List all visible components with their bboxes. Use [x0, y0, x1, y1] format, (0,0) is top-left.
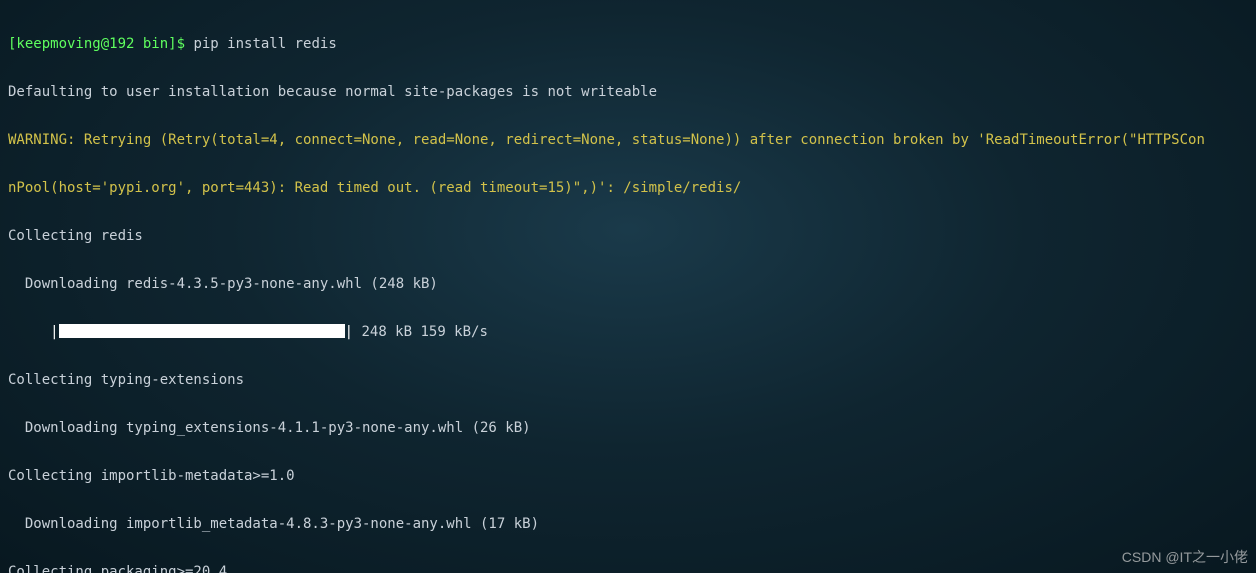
line-download-typing: Downloading typing_extensions-4.1.1-py3-… — [8, 416, 1248, 440]
line-download-redis: Downloading redis-4.3.5-py3-none-any.whl… — [8, 272, 1248, 296]
progress-stat-redis: 248 kB 159 kB/s — [353, 324, 488, 340]
prompt-command: pip install redis — [193, 36, 336, 52]
line-prompt: [keepmoving@192 bin]$ pip install redis — [8, 32, 1248, 56]
line-collecting-importlib: Collecting importlib-metadata>=1.0 — [8, 464, 1248, 488]
line-warning-2: nPool(host='pypi.org', port=443): Read t… — [8, 176, 1248, 200]
prompt-user-host: [keepmoving@192 bin]$ — [8, 36, 185, 52]
progress-bar-redis — [59, 324, 345, 338]
line-collecting-typing: Collecting typing-extensions — [8, 368, 1248, 392]
line-download-importlib: Downloading importlib_metadata-4.8.3-py3… — [8, 512, 1248, 536]
watermark-text: CSDN @IT之一小佬 — [1122, 545, 1248, 569]
line-default: Defaulting to user installation because … — [8, 80, 1248, 104]
line-collecting-redis: Collecting redis — [8, 224, 1248, 248]
line-warning-1: WARNING: Retrying (Retry(total=4, connec… — [8, 128, 1248, 152]
terminal-output[interactable]: [keepmoving@192 bin]$ pip install redis … — [0, 0, 1256, 573]
line-progress-redis: || 248 kB 159 kB/s — [8, 320, 1248, 344]
line-collecting-packaging: Collecting packaging>=20.4 — [8, 560, 1248, 573]
